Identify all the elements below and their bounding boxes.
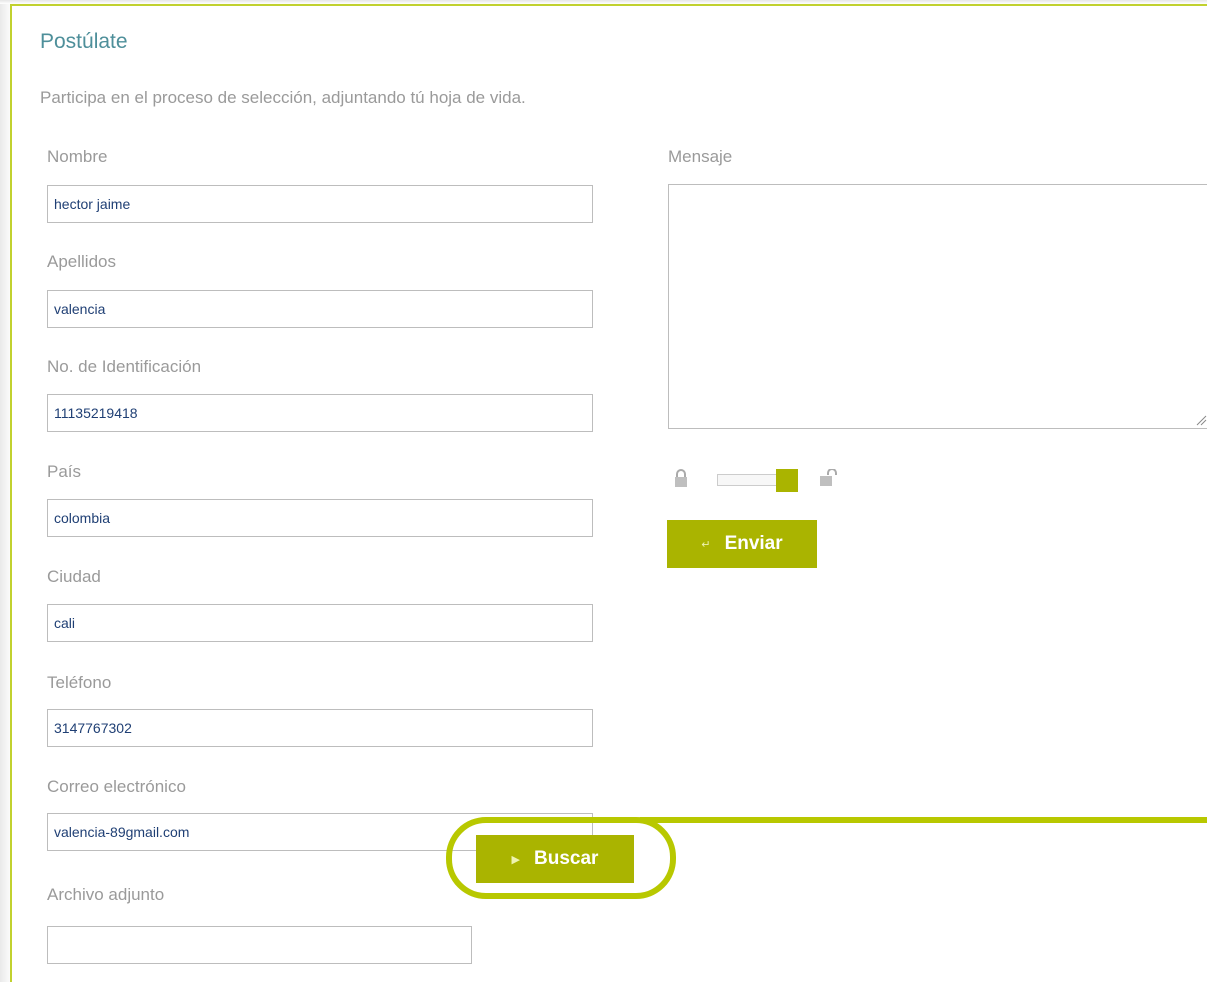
highlight-ring [446, 817, 676, 899]
highlight-line [640, 817, 1207, 823]
attachment-label: Archivo adjunto [47, 885, 165, 904]
first-name-field[interactable]: hector jaime [47, 185, 593, 223]
last-name-field[interactable]: valencia [47, 290, 593, 328]
captcha-slider-handle[interactable] [776, 469, 798, 492]
country-field[interactable]: colombia [47, 499, 593, 537]
city-value: cali [54, 615, 76, 631]
last-name-value: valencia [54, 301, 106, 317]
phone-field[interactable]: 3147767302 [47, 709, 593, 747]
id-number-label: No. de Identificación [47, 357, 202, 376]
message-label: Mensaje [668, 147, 733, 166]
id-number-field[interactable]: 11135219418 [47, 394, 593, 432]
first-name-value: hector jaime [54, 196, 131, 212]
enter-icon: ↵ [701, 538, 711, 551]
lock-icon [675, 469, 687, 487]
id-number-value: 11135219418 [54, 405, 138, 421]
resize-grip-icon[interactable] [1195, 414, 1207, 426]
unlock-icon [820, 469, 837, 486]
first-name-label: Nombre [47, 147, 108, 166]
attachment-field[interactable] [47, 926, 472, 964]
form-title: Postúlate [40, 30, 128, 53]
city-label: Ciudad [47, 567, 101, 586]
country-label: País [47, 462, 82, 481]
phone-value: 3147767302 [54, 720, 132, 736]
phone-label: Teléfono [47, 673, 112, 692]
city-field[interactable]: cali [47, 604, 593, 642]
captcha-slider-track [717, 474, 777, 486]
message-textarea[interactable] [668, 184, 1207, 429]
email-value: valencia-89gmail.com [54, 824, 190, 840]
last-name-label: Apellidos [47, 252, 116, 271]
submit-button[interactable]: ↵ Enviar [667, 520, 817, 568]
form-subtitle: Participa en el proceso de selección, ad… [40, 88, 526, 107]
country-value: colombia [54, 510, 111, 526]
email-label: Correo electrónico [47, 777, 186, 796]
submit-button-label: Enviar [724, 533, 783, 554]
